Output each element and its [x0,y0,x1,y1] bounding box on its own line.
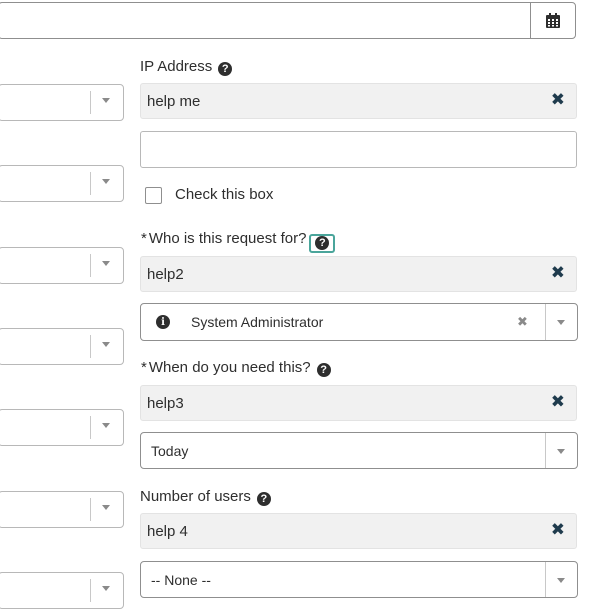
number-of-users-label-text: Number of users [140,488,251,505]
when-needed-value: Today [151,443,189,459]
close-icon[interactable]: ✖ [551,520,565,540]
close-icon[interactable]: ✖ [551,90,565,110]
help-icon: ? [315,236,330,250]
help-icon[interactable]: ? [316,363,331,377]
close-icon[interactable]: ✖ [551,263,565,283]
check-this-box-label: Check this box [175,186,274,203]
when-needed-label: * When do you need this?? [141,359,331,377]
select-divider [90,172,91,195]
select-divider [90,335,91,358]
requested-for-value: System Administrator [191,314,324,330]
chevron-down-icon[interactable] [557,578,565,583]
requested-for-label: * Who is this request for?? [141,230,336,253]
chevron-down-icon [102,98,110,103]
number-of-users-value: -- None -- [151,572,211,588]
close-icon[interactable]: ✖ [551,392,565,412]
help-icon[interactable]: ? [218,62,233,76]
left-select-2[interactable] [0,165,124,202]
when-needed-select[interactable]: Today [140,432,578,469]
chevron-down-icon[interactable] [557,320,565,325]
ip-address-label: IP Address? [140,58,233,76]
select-divider [90,498,91,521]
select-divider [90,579,91,602]
left-select-1[interactable] [0,84,124,121]
required-marker: * [141,230,147,247]
clear-icon[interactable]: ✖ [517,314,528,330]
when-needed-label-text: When do you need this? [148,359,311,376]
number-of-users-help-panel: help 4 ✖ [140,513,577,549]
select-divider [545,562,546,597]
select-divider [90,91,91,114]
ip-address-input[interactable] [140,131,577,168]
left-select-3[interactable] [0,247,124,284]
help-button-focused[interactable]: ? [309,233,336,253]
chevron-down-icon[interactable] [557,449,565,454]
chevron-down-icon [102,586,110,591]
requested-for-label-text: Who is this request for? [148,230,307,247]
help-icon[interactable]: ? [256,492,271,506]
requested-for-select[interactable]: i System Administrator ✖ [140,303,578,341]
left-select-6[interactable] [0,491,124,528]
when-needed-help-panel: help3 ✖ [140,385,577,421]
number-of-users-help-text: help 4 [147,523,188,540]
ip-address-help-text: help me [147,93,201,110]
when-needed-help-text: help3 [147,395,184,412]
left-select-5[interactable] [0,409,124,446]
chevron-down-icon [102,505,110,510]
chevron-down-icon [102,423,110,428]
check-this-box-checkbox[interactable] [145,187,162,204]
select-divider [90,254,91,277]
requested-for-help-panel: help2 ✖ [140,256,577,292]
left-select-4[interactable] [0,328,124,365]
info-icon[interactable]: i [156,315,170,329]
number-of-users-label: Number of users? [140,488,271,506]
select-divider [545,304,546,340]
calendar-icon [546,13,560,28]
chevron-down-icon [102,342,110,347]
ip-address-label-text: IP Address [140,58,213,75]
chevron-down-icon [102,179,110,184]
date-field[interactable] [0,2,576,39]
ip-address-help-panel: help me ✖ [140,83,577,119]
select-divider [90,416,91,439]
left-select-7[interactable] [0,572,124,609]
requested-for-help-text: help2 [147,266,184,283]
calendar-button[interactable] [530,3,575,38]
chevron-down-icon [102,261,110,266]
number-of-users-select[interactable]: -- None -- [140,561,578,598]
select-divider [545,433,546,468]
required-marker: * [141,359,147,376]
